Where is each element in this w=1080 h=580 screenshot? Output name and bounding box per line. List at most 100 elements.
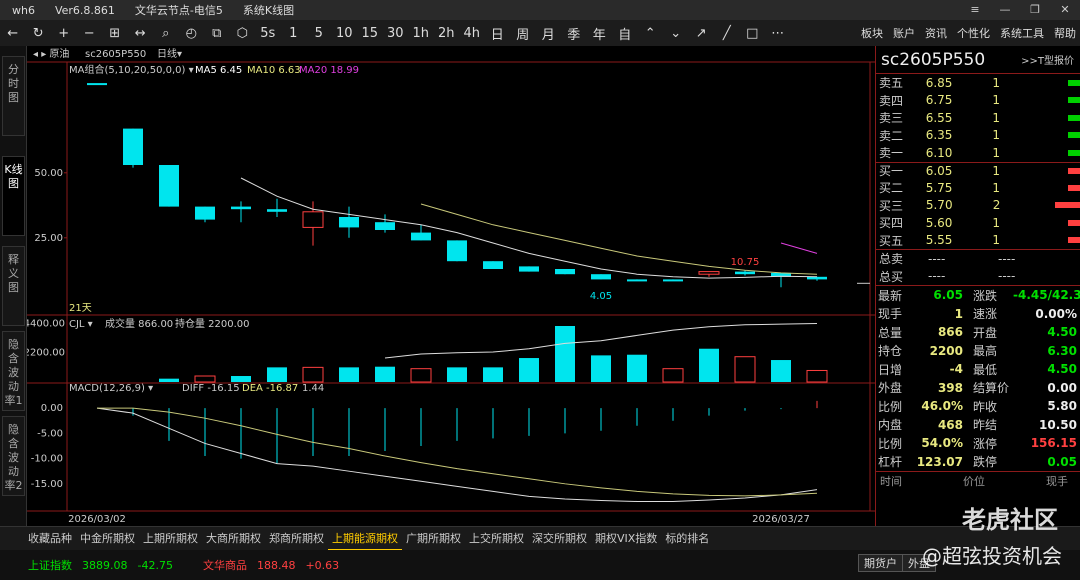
rail-tab-0[interactable]: 分时图	[2, 56, 25, 136]
toolbar-button-8[interactable]: ⧉	[204, 26, 230, 41]
t-quote-link[interactable]: >>T型报价	[1021, 52, 1074, 67]
stat-value: 1	[954, 306, 963, 321]
toolbar-button-2[interactable]: +	[51, 26, 77, 41]
bid-row-4: 买五 5.55 1	[876, 232, 1080, 250]
toolbar-button-4[interactable]: ⊞	[102, 26, 128, 41]
tab-0[interactable]: 收藏品种	[24, 527, 76, 551]
rail-tab-3[interactable]: 隐含波动率1	[2, 331, 25, 411]
bid-price[interactable]: 5.70	[926, 198, 993, 212]
stat-label: 昨结	[973, 418, 998, 433]
ask-price[interactable]: 6.85	[926, 76, 993, 90]
rail-tab-4[interactable]: 隐含波动率2	[2, 416, 25, 496]
stat-label: 比例	[878, 399, 903, 414]
menu-item-4[interactable]: 系统工具	[1000, 25, 1044, 41]
volume-bar	[627, 354, 647, 382]
volume-indicator-title[interactable]: CJL ▾	[69, 319, 93, 330]
toolbar-button-18[interactable]: 4h	[459, 26, 485, 41]
bid-price[interactable]: 5.75	[926, 181, 993, 195]
tab-3[interactable]: 大商所期权	[202, 527, 265, 551]
toolbar-button-24[interactable]: 自	[612, 24, 638, 43]
chart-period[interactable]: 日线▾	[157, 47, 182, 60]
toolbar-button-17[interactable]: 2h	[434, 26, 460, 41]
volume-bar	[483, 367, 503, 382]
toolbar-button-14[interactable]: 15	[357, 26, 383, 41]
menu-item-0[interactable]: 板块	[861, 25, 883, 41]
stat-row-8: 比例 54.0% 涨停 156.15	[876, 434, 1080, 453]
candle-body	[195, 206, 215, 220]
menu-item-2[interactable]: 资讯	[925, 25, 947, 41]
menu-item-3[interactable]: 个性化	[957, 25, 990, 41]
tab-5[interactable]: 上期能源期权	[328, 527, 402, 551]
index1-change: -42.75	[137, 558, 173, 572]
bid-price[interactable]: 5.60	[926, 216, 993, 230]
kline-chart[interactable]: ◂ ▸ 原油 sc2605P550 日线▾ MA组合(5,10,20,50,0,0) …	[24, 46, 875, 526]
stat-value: -4.45/42.38%	[1013, 288, 1080, 303]
candle-body	[627, 279, 647, 282]
quote-stats: 最新 6.05 涨跌 -4.45/42.38% 现手 1 速涨 0.00% 总量 866 开盘 4.5…	[876, 285, 1080, 471]
tab-7[interactable]: 上交所期权	[465, 527, 528, 551]
ask-price[interactable]: 6.55	[926, 111, 993, 125]
close-icon[interactable]: ✕	[1050, 0, 1080, 20]
menu-item-5[interactable]: 帮助	[1054, 25, 1076, 41]
toolbar-button-22[interactable]: 季	[561, 24, 587, 43]
ask-price[interactable]: 6.75	[926, 93, 993, 107]
toolbar-button-6[interactable]: ⌕	[153, 26, 179, 41]
ask-depth-bar	[1067, 79, 1080, 86]
bid-price[interactable]: 5.55	[926, 233, 993, 247]
rail-tab-1[interactable]: K线图	[2, 156, 25, 236]
rail-tab-2[interactable]: 释义图	[2, 246, 25, 326]
futures-account-button[interactable]: 期货户	[858, 554, 903, 572]
tab-9[interactable]: 期权VIX指数	[591, 527, 661, 551]
toolbar-button-13[interactable]: 10	[332, 26, 358, 41]
toolbar-button-5[interactable]: ↔	[128, 26, 154, 41]
toolbar-button-30[interactable]: ⋯	[765, 26, 791, 41]
ticks-col-2: 现手	[1046, 474, 1068, 488]
bid-price[interactable]: 6.05	[926, 164, 993, 178]
tab-2[interactable]: 上期所期权	[139, 527, 202, 551]
macd-ytick-3: -15.00	[31, 479, 63, 490]
volume-ytick-0: 4400.00	[27, 318, 65, 329]
toolbar-button-0[interactable]: ←	[0, 26, 26, 41]
toolbar-button-10[interactable]: 5s	[255, 26, 281, 41]
ask-price[interactable]: 6.10	[926, 146, 993, 160]
tab-8[interactable]: 深交所期权	[528, 527, 591, 551]
macd-indicator-title[interactable]: MACD(12,26,9) ▾	[69, 383, 153, 394]
menu-icon[interactable]: ≡	[960, 0, 990, 20]
toolbar-button-16[interactable]: 1h	[408, 26, 434, 41]
toolbar-button-23[interactable]: 年	[587, 24, 613, 43]
bid-qty: 1	[992, 233, 1001, 248]
minimize-icon[interactable]: —	[990, 0, 1020, 20]
toolbar-button-12[interactable]: 5	[306, 26, 332, 41]
x-label-end: 2026/03/27	[752, 514, 810, 525]
tab-1[interactable]: 中金所期权	[76, 527, 139, 551]
tab-4[interactable]: 郑商所期权	[265, 527, 328, 551]
toolbar-button-9[interactable]: ⬡	[230, 26, 256, 41]
toolbar-button-7[interactable]: ◴	[179, 26, 205, 41]
candle-body	[87, 83, 107, 86]
toolbar-button-11[interactable]: 1	[281, 26, 307, 41]
stat-row-6: 比例 46.0% 昨收 5.80	[876, 397, 1080, 416]
toolbar-button-29[interactable]: □	[740, 26, 766, 41]
toolbar-button-25[interactable]: ⌃	[638, 26, 664, 41]
toolbar-button-3[interactable]: −	[77, 26, 103, 41]
maximize-icon[interactable]: ❐	[1020, 0, 1050, 20]
toolbar-button-19[interactable]: 日	[485, 24, 511, 43]
volume-bar	[159, 378, 179, 382]
tab-6[interactable]: 广期所期权	[402, 527, 465, 551]
ask-price[interactable]: 6.35	[926, 128, 993, 142]
volume-bar	[267, 367, 287, 382]
kline-indicator-title[interactable]: MA组合(5,10,20,50,0,0) ▾	[69, 63, 194, 76]
toolbar-button-21[interactable]: 月	[536, 24, 562, 43]
stat-label: 内盘	[878, 418, 903, 433]
chart-area[interactable]: ◂ ▸ 原油 sc2605P550 日线▾ MA组合(5,10,20,50,0,0) …	[24, 46, 875, 526]
volume-ytick-1: 2200.00	[27, 348, 65, 359]
toolbar-button-1[interactable]: ↻	[26, 26, 52, 41]
toolbar-button-26[interactable]: ⌄	[663, 26, 689, 41]
menu-item-1[interactable]: 账户	[893, 25, 915, 41]
toolbar-button-15[interactable]: 30	[383, 26, 409, 41]
tab-10[interactable]: 标的排名	[661, 527, 713, 551]
stat-row-4: 日增 -4 最低 4.50	[876, 360, 1080, 379]
toolbar-button-27[interactable]: ↗	[689, 26, 715, 41]
toolbar-button-28[interactable]: ╱	[714, 26, 740, 41]
toolbar-button-20[interactable]: 周	[510, 24, 536, 43]
